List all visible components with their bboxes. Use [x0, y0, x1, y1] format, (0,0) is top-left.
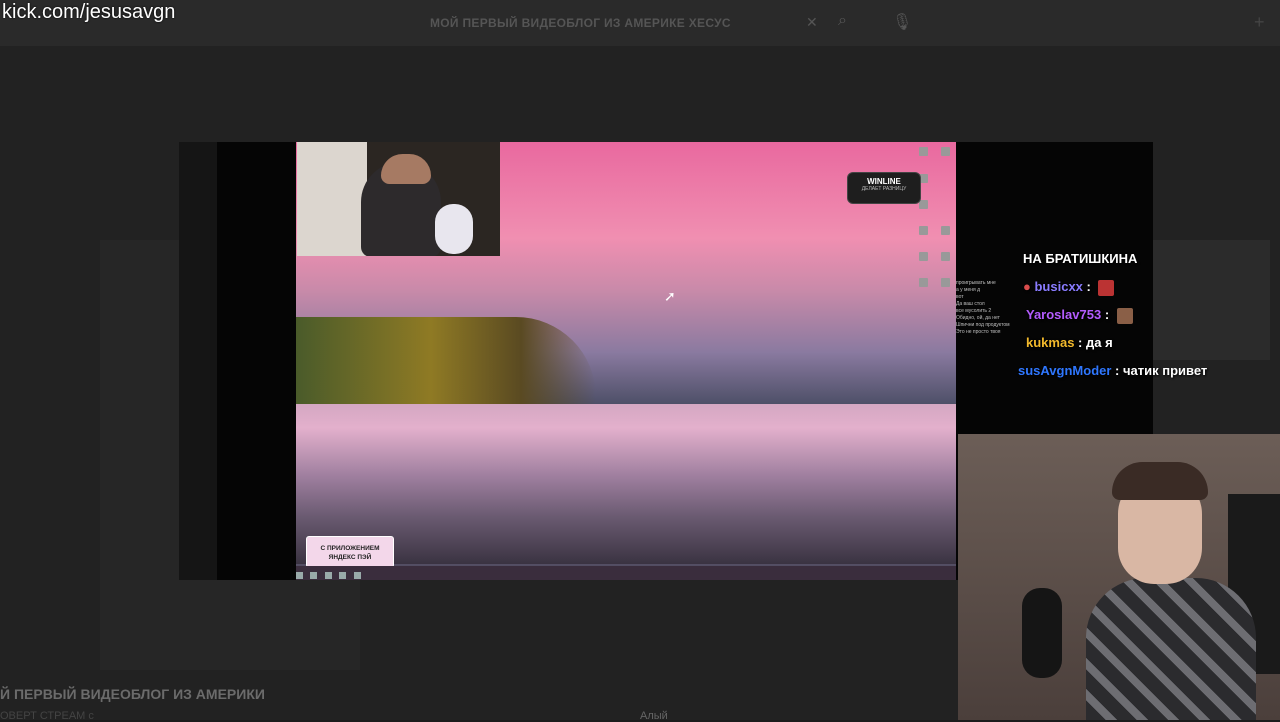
desktop-app-icon[interactable]	[919, 200, 928, 209]
chat-message: Yaroslav753 :	[1026, 307, 1133, 324]
badge-icon: ●	[1023, 279, 1031, 294]
mini-chat-log: проигрывать мне а у меня д вот Да ваш ст…	[956, 280, 1074, 430]
plush-toy	[435, 204, 473, 254]
plaid-shirt	[1086, 578, 1256, 720]
taskbar-app-icon[interactable]	[339, 572, 347, 579]
desktop-app-icon[interactable]	[919, 252, 928, 261]
emote-icon	[1098, 279, 1115, 296]
winline-badge: WINLINE ДЕЛАЕТ РАЗНИЦУ	[847, 172, 921, 204]
desktop-app-icon[interactable]	[941, 252, 950, 261]
taskbar-app-icon[interactable]	[353, 572, 361, 579]
chat-username[interactable]: susAvgnModer	[1018, 363, 1111, 378]
chat-message: kukmas : да я	[1026, 335, 1113, 350]
guest-webcam	[297, 142, 500, 256]
taskbar-app-icon[interactable]	[324, 572, 332, 579]
stream-watermark: kick.com/jesusavgn	[2, 1, 176, 23]
taskbar[interactable]	[296, 566, 956, 580]
video-subtitle: ОВЕРТ СТРЕАМ с	[0, 710, 94, 722]
desktop-app-icon[interactable]	[919, 226, 928, 235]
taskbar-app-icon[interactable]	[310, 572, 318, 579]
chat-text: НА БРАТИШКИНА	[1023, 251, 1138, 266]
desktop-app-icon[interactable]	[919, 147, 928, 156]
chat-username[interactable]: busicxx	[1034, 279, 1082, 294]
desktop-app-icon[interactable]	[941, 226, 950, 235]
ad-banner[interactable]: С ПРИЛОЖЕНИЕМ ЯНДЕКС ПЭЙ	[306, 536, 394, 568]
winline-title: WINLINE	[867, 177, 901, 186]
streamer-webcam	[958, 434, 1280, 720]
search-icon[interactable]: ⌕	[838, 12, 862, 36]
chat-text: :	[1104, 307, 1113, 322]
desktop-app-icon[interactable]	[941, 147, 950, 156]
user-label: Алый	[640, 710, 668, 722]
chat-text: :	[1086, 279, 1095, 294]
microphone-icon	[1022, 588, 1062, 678]
desktop-app-icon[interactable]	[919, 278, 928, 287]
winline-sub: ДЕЛАЕТ РАЗНИЦУ	[861, 186, 907, 192]
chat-username[interactable]: Yaroslav753	[1026, 307, 1101, 322]
chat-message: susAvgnModer : чатик привет	[1018, 363, 1207, 378]
chat-text: : чатик привет	[1115, 363, 1208, 378]
frame-left-bar	[179, 142, 217, 580]
tab-title: МОЙ ПЕРВЫЙ ВИДЕОБЛОГ ИЗ АМЕРИКЕ ХЕСУС	[430, 16, 731, 30]
chat-text: : да я	[1078, 335, 1113, 350]
close-icon[interactable]: ✕	[806, 14, 818, 31]
chat-username[interactable]: kukmas	[1026, 335, 1074, 350]
lake-reflection	[296, 404, 956, 564]
cursor-icon: ➚	[664, 288, 676, 304]
emote-icon	[1116, 307, 1133, 324]
chat-message: НА БРАТИШКИНА	[1023, 251, 1137, 266]
mic-icon[interactable]: 🎙	[892, 12, 916, 36]
desktop-app-icon[interactable]	[941, 278, 950, 287]
ad-banner-text: С ПРИЛОЖЕНИЕМ ЯНДЕКС ПЭЙ	[320, 545, 380, 561]
start-icon[interactable]	[296, 572, 303, 579]
video-title: Й ПЕРВЫЙ ВИДЕОБЛОГ ИЗ АМЕРИКИ	[0, 686, 265, 702]
browser-topbar: МОЙ ПЕРВЫЙ ВИДЕОБЛОГ ИЗ АМЕРИКЕ ХЕСУС ✕ …	[0, 0, 1280, 46]
plus-icon[interactable]: +	[1254, 12, 1265, 33]
chat-message: ● busicxx :	[1023, 279, 1115, 296]
